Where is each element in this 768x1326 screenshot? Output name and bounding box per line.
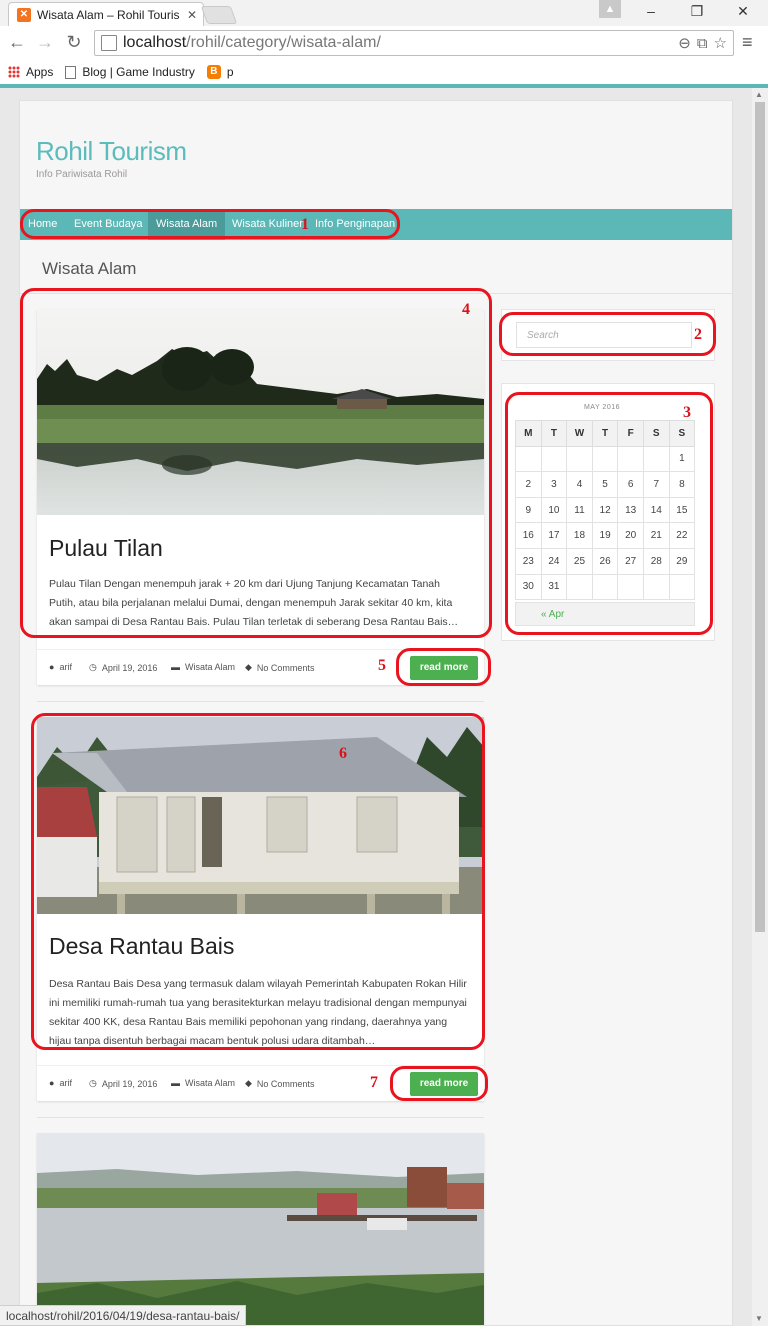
annotation-box-7: [390, 1066, 488, 1101]
scroll-thumb[interactable]: [755, 102, 765, 932]
user-icon: ●: [49, 662, 55, 672]
bookmark-apps[interactable]: Apps: [8, 65, 53, 79]
browser-toolbar: ← → ↻ localhost/rohil/category/wisata-al…: [0, 26, 768, 60]
site-title[interactable]: Rohil Tourism: [36, 136, 187, 167]
annotation-box-6: [31, 713, 485, 1050]
annotation-number-7: 7: [370, 1074, 378, 1091]
comments-text: No Comments: [256, 662, 315, 673]
comment-icon: ◆: [245, 662, 252, 672]
bookmark-p-label: p: [226, 65, 234, 79]
bookmark-star-icon[interactable]: ☆: [714, 34, 727, 52]
annotation-number-6: 6: [339, 745, 347, 762]
annotation-box-2: [499, 312, 716, 356]
category-text: Wisata Alam: [185, 662, 236, 672]
river-village-image: [37, 1133, 484, 1325]
post-comments[interactable]: ◆ No Comments: [245, 662, 314, 673]
scroll-up-icon[interactable]: ▲: [755, 90, 763, 99]
back-icon[interactable]: ←: [6, 32, 28, 53]
post-image[interactable]: [37, 1133, 484, 1325]
annotation-box-1: [20, 209, 400, 239]
page-heading-bar: Wisata Alam: [20, 241, 732, 294]
annotation-box-3: [505, 392, 713, 635]
forward-icon[interactable]: →: [34, 32, 56, 53]
annotation-number-3: 3: [683, 404, 691, 421]
bookmark-blog-label: Blog | Game Industry: [82, 65, 195, 79]
comments-text: No Comments: [256, 1078, 315, 1089]
new-tab-button[interactable]: [200, 6, 238, 24]
annotation-number-5: 5: [378, 657, 386, 674]
minimize-icon[interactable]: –: [641, 3, 661, 19]
post-card: [37, 1133, 484, 1325]
folder-icon: ▬: [171, 1078, 180, 1088]
annotation-number-2: 2: [694, 326, 702, 343]
url-host: localhost: [123, 34, 187, 51]
user-icon: ●: [49, 1078, 55, 1088]
post-date[interactable]: ◷ April 19, 2016: [89, 1078, 157, 1089]
date-text: April 19, 2016: [101, 1078, 158, 1089]
post-divider: [37, 701, 484, 702]
site-favicon-icon: ✕: [17, 7, 31, 22]
post-category[interactable]: ▬ Wisata Alam: [171, 662, 235, 672]
post-comments[interactable]: ◆ No Comments: [245, 1078, 314, 1089]
annotation-number-1: 1: [301, 216, 309, 233]
annotation-number-4: 4: [462, 301, 470, 318]
bookmarks-bar: Apps Blog | Game Industry B p: [0, 60, 768, 84]
browser-menu-icon[interactable]: ≡: [742, 32, 753, 53]
document-icon: [65, 65, 77, 79]
site-description: Info Pariwisata Rohil: [36, 169, 128, 180]
browser-tab[interactable]: ✕ Wisata Alam – Rohil Touris ✕: [8, 2, 204, 26]
status-bar: localhost/rohil/2016/04/19/desa-rantau-b…: [0, 1305, 247, 1326]
folder-icon: ▬: [171, 662, 180, 672]
author-name: arif: [59, 1078, 72, 1088]
post-category[interactable]: ▬ Wisata Alam: [171, 1078, 235, 1088]
page-icon: [101, 35, 117, 51]
blogger-icon: B: [206, 65, 221, 79]
zoom-icon[interactable]: ⊖: [678, 34, 691, 52]
comment-icon: ◆: [245, 1078, 252, 1088]
clock-icon: ◷: [89, 1078, 97, 1088]
address-bar[interactable]: localhost/rohil/category/wisata-alam/ ⊖ …: [94, 30, 734, 56]
browser-titlebar: ✕ Wisata Alam – Rohil Touris ✕ ▲ – ❐ ✕: [0, 0, 768, 26]
reload-icon[interactable]: ↻: [63, 32, 85, 53]
scroll-down-icon[interactable]: ▼: [755, 1314, 763, 1323]
post-author[interactable]: ● arif: [49, 1078, 72, 1088]
author-name: arif: [59, 662, 72, 672]
bookmark-apps-label: Apps: [26, 65, 54, 79]
user-profile-icon[interactable]: ▲: [599, 0, 621, 18]
url-text[interactable]: localhost/rohil/category/wisata-alam/: [123, 34, 678, 52]
annotation-box-5: [396, 648, 491, 686]
post-author[interactable]: ● arif: [49, 662, 72, 672]
page-title: Wisata Alam: [42, 259, 137, 278]
page-scrollbar[interactable]: ▲ ▼: [752, 88, 768, 1326]
restore-icon[interactable]: ❐: [687, 3, 707, 20]
bookmark-p[interactable]: B p: [206, 65, 234, 79]
date-text: April 19, 2016: [101, 662, 158, 673]
annotation-box-4: [20, 288, 492, 638]
close-window-icon[interactable]: ✕: [733, 3, 753, 20]
clock-icon: ◷: [89, 662, 97, 672]
tab-close-icon[interactable]: ✕: [187, 8, 197, 22]
bookmark-blog[interactable]: Blog | Game Industry: [65, 65, 195, 79]
translate-icon[interactable]: ⧉: [697, 35, 708, 52]
url-path: /rohil/category/wisata-alam/: [186, 34, 381, 51]
post-divider: [37, 1117, 484, 1118]
post-date[interactable]: ◷ April 19, 2016: [89, 662, 157, 673]
apps-grid-icon: [8, 66, 20, 78]
tab-title: Wisata Alam – Rohil Touris: [37, 7, 180, 22]
category-text: Wisata Alam: [185, 1078, 236, 1088]
